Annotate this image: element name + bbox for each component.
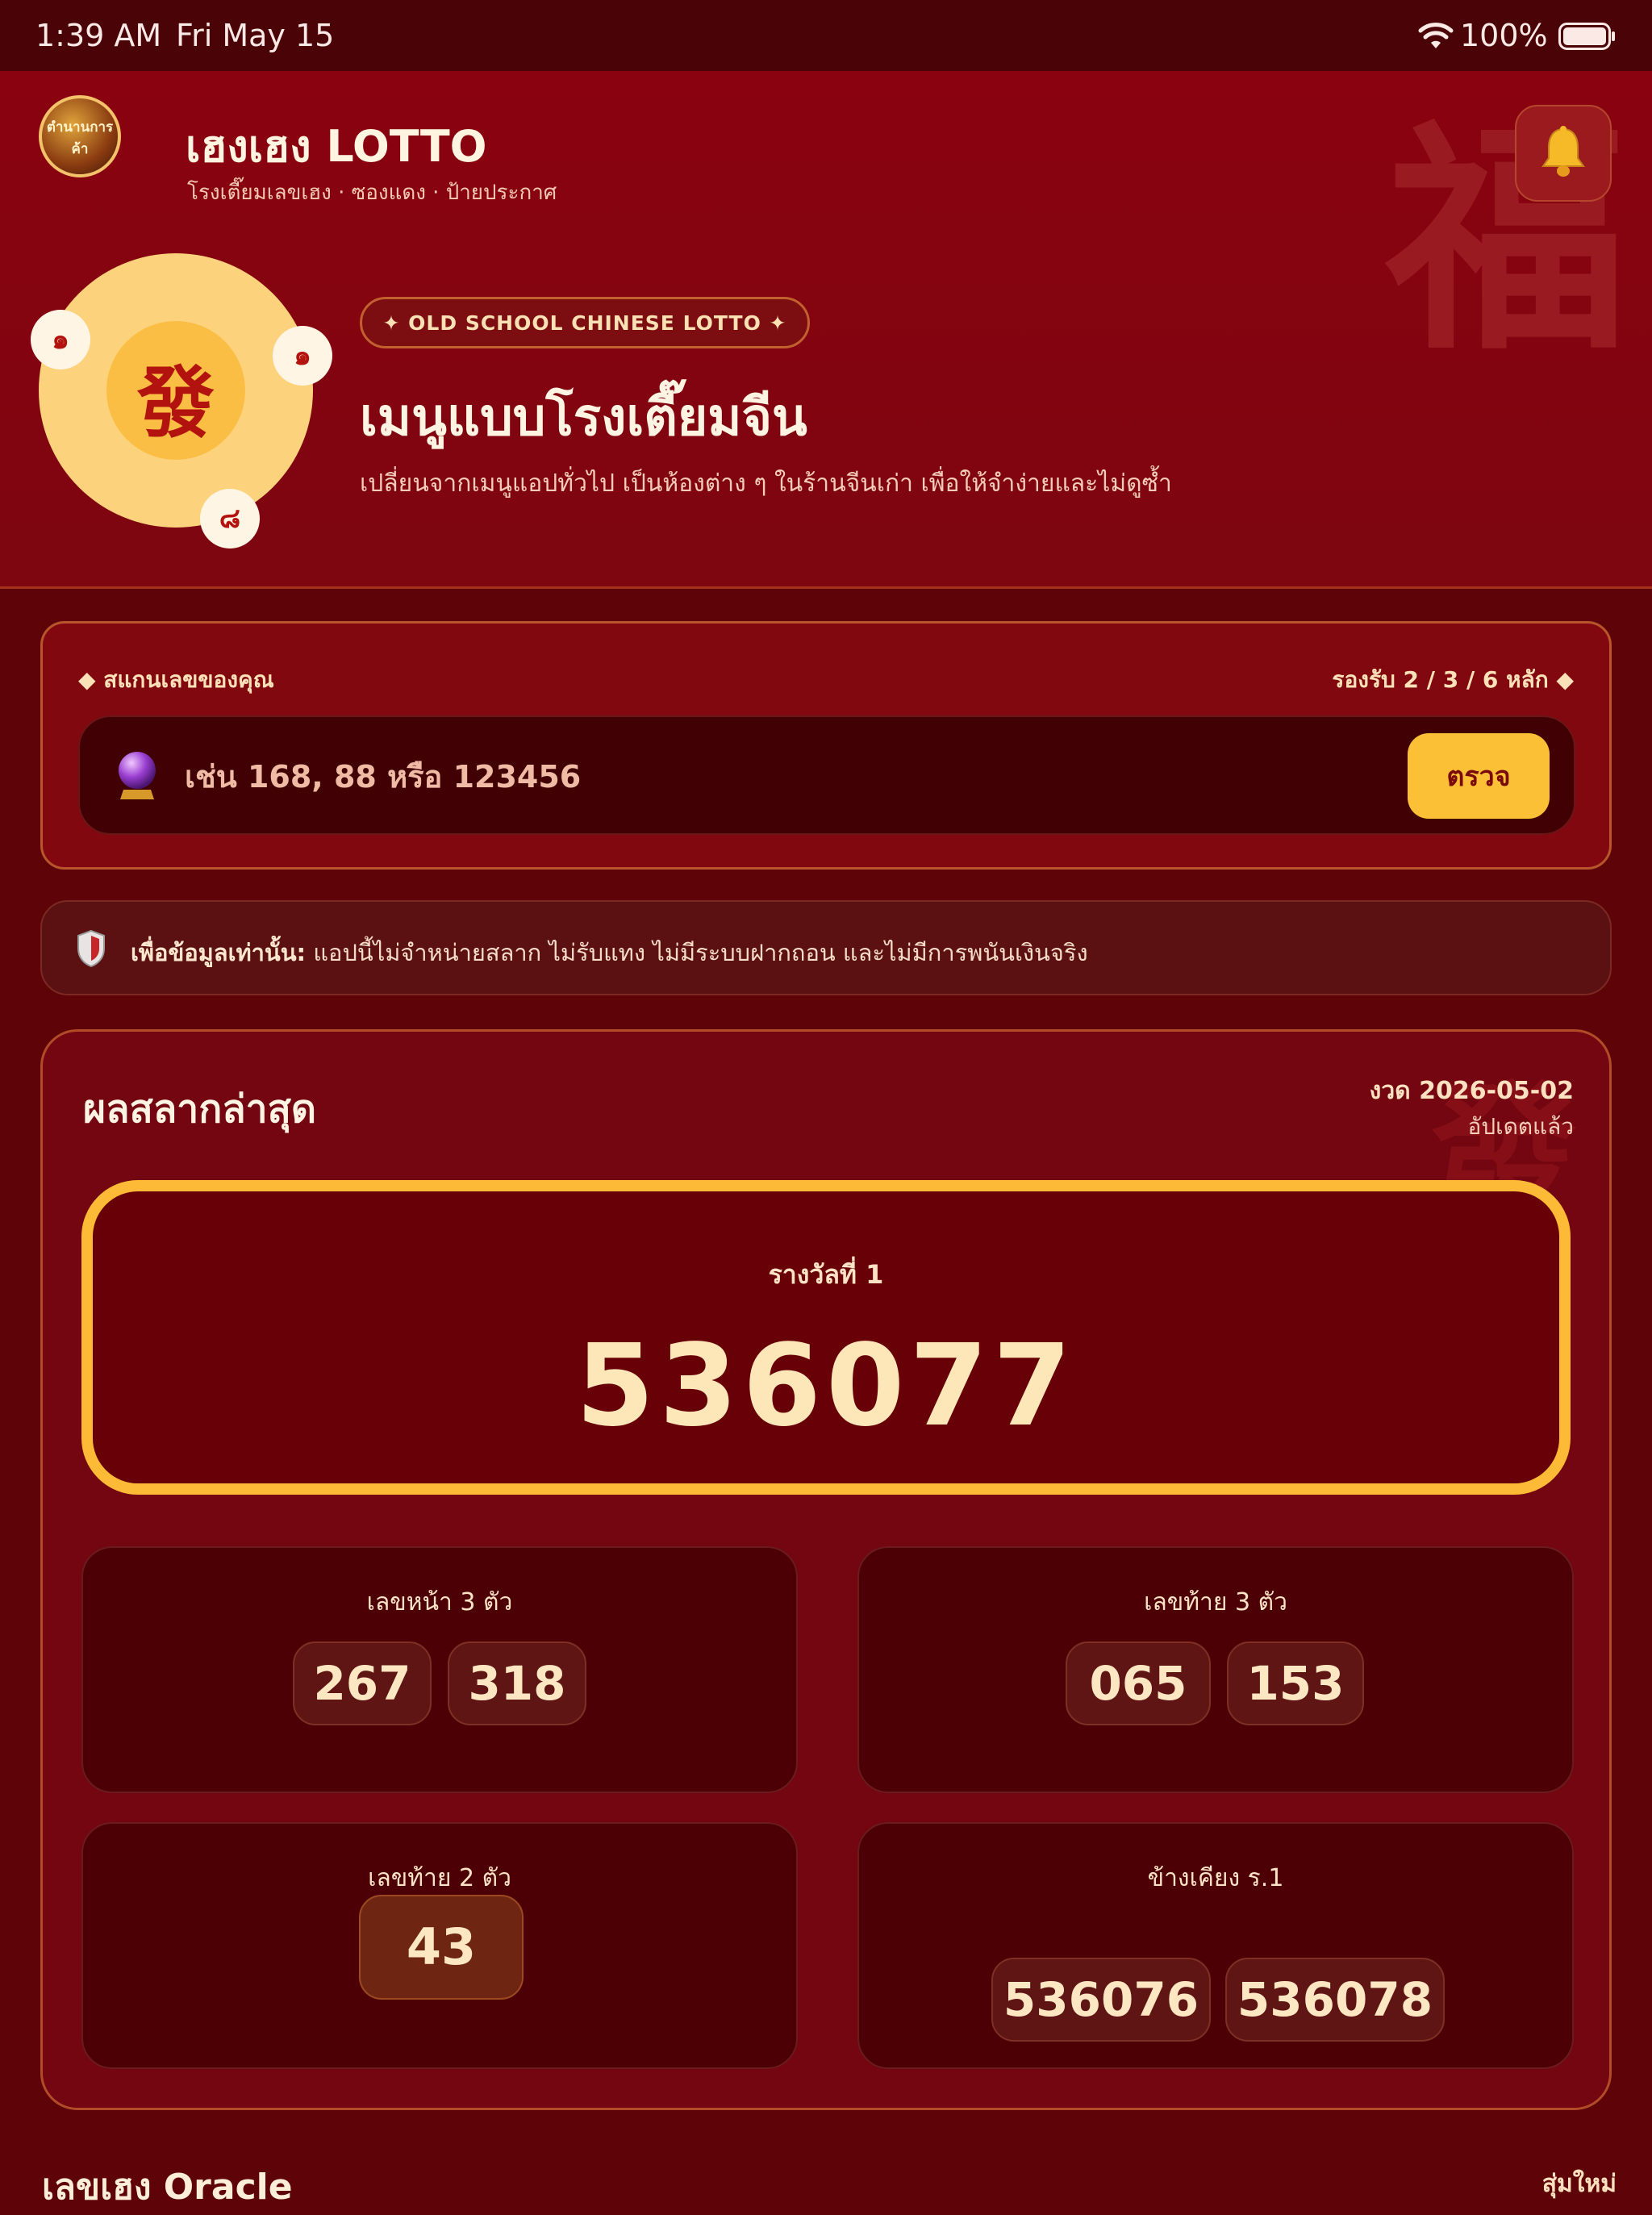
latest-results-card: 發 ผลสลากล่าสุด งวด 2026-05-02 อัปเดตแล้ว…: [40, 1029, 1612, 2110]
shuffle-link[interactable]: สุ่มใหม่: [1542, 2165, 1617, 2203]
coin-fa-character: 發: [137, 357, 215, 448]
number-chip: 43: [359, 1895, 524, 2000]
bell-icon: [1541, 126, 1585, 177]
number-chip: 267: [293, 1641, 432, 1725]
back-three-label: เลขท้าย 3 ตัว: [1144, 1588, 1287, 1616]
scan-support-note: รองรับ 2 / 3 / 6 หลัก ◆: [1332, 666, 1574, 693]
scan-panel: ◆ สแกนเลขของคุณ รองรับ 2 / 3 / 6 หลัก ◆ …: [40, 621, 1612, 870]
back-two-digits-card: เลขท้าย 2 ตัว 43: [81, 1822, 798, 2069]
style-badge: ✦ OLD SCHOOL CHINESE LOTTO ✦: [360, 297, 810, 348]
shield-icon: [77, 929, 105, 968]
app-subtitle: โรงเตี๊ยมเลขเฮง · ซองแดง · ป้ายประกาศ: [187, 181, 557, 205]
disclaimer-text: เพื่อข้อมูลเท่านั้น: แอปนี้ไม่จำหน่ายสลา…: [131, 934, 1088, 971]
hero-subtitle: เปลี่ยนจากเมนูแอปทั่วไป เป็นห้องต่าง ๆ ใ…: [360, 469, 1172, 498]
scan-label: ◆ สแกนเลขของคุณ: [78, 666, 274, 693]
draw-date: งวด 2026-05-02: [1369, 1077, 1574, 1105]
number-chip: 536078: [1225, 1958, 1445, 2042]
first-prize-label: รางวัลที่ 1: [768, 1259, 884, 1290]
app-logo-avatar: ตำนานการค้า: [39, 95, 121, 177]
status-bar: 1:39 AM Fri May 15 100%: [0, 0, 1652, 71]
near-first-label: ข้างเคียง ร.1: [1147, 1864, 1284, 1892]
disclaimer-body: แอปนี้ไม่จำหน่ายสลาก ไม่รับแทง ไม่มีระบบ…: [306, 939, 1088, 966]
near-first-prize-card: ข้างเคียง ร.1 536076 536078: [857, 1822, 1574, 2069]
crystal-ball-icon: [119, 752, 156, 799]
coin-center: 發: [106, 321, 245, 460]
app-title: เฮงเฮง LOTTO: [186, 121, 487, 172]
number-chip: 536076: [991, 1958, 1211, 2042]
draw-status: อัปเดตแล้ว: [1467, 1113, 1574, 1140]
app-logo-text: ตำนานการค้า: [46, 119, 114, 157]
notifications-button[interactable]: [1515, 105, 1612, 202]
scan-field: ตรวจ: [78, 715, 1575, 835]
front-three-digits-card: เลขหน้า 3 ตัว 267 318: [81, 1546, 798, 1793]
front-three-label: เลขหน้า 3 ตัว: [366, 1588, 513, 1616]
oracle-section-title: เลขเฮง Oracle: [42, 2167, 293, 2208]
results-title: ผลสลากล่าสุด: [83, 1087, 317, 1132]
battery-percentage: 100%: [1460, 18, 1548, 53]
back-three-digits-card: เลขท้าย 3 ตัว 065 153: [857, 1546, 1574, 1793]
coin-number: ๑: [31, 310, 90, 369]
hero-title: เมนูแบบโรงเตี๊ยมจีน: [360, 388, 807, 448]
number-chip: 318: [448, 1641, 586, 1725]
disclaimer-bold-label: เพื่อข้อมูลเท่านั้น:: [131, 939, 307, 966]
number-chip: 153: [1227, 1641, 1364, 1725]
check-button[interactable]: ตรวจ: [1408, 733, 1550, 819]
status-time: 1:39 AM: [35, 18, 162, 53]
lucky-coin: 發 ๑ ๑ ๘: [31, 253, 332, 549]
coin-number: ๑: [273, 326, 332, 386]
disclaimer-banner: เพื่อข้อมูลเท่านั้น: แอปนี้ไม่จำหน่ายสลา…: [40, 900, 1612, 995]
first-prize-box: รางวัลที่ 1 536077: [81, 1180, 1571, 1495]
number-chip: 065: [1066, 1641, 1211, 1725]
header: 福 ตำนานการค้า เฮงเฮง LOTTO โรงเตี๊ยมเลขเ…: [0, 71, 1652, 589]
number-search-input[interactable]: [183, 746, 1393, 807]
battery-icon: [1558, 23, 1615, 50]
coin-number: ๘: [200, 489, 260, 549]
status-date: Fri May 15: [176, 18, 335, 53]
back-two-label: เลขท้าย 2 ตัว: [368, 1864, 511, 1892]
first-prize-number: 536077: [575, 1320, 1077, 1452]
wifi-icon: [1418, 23, 1454, 48]
